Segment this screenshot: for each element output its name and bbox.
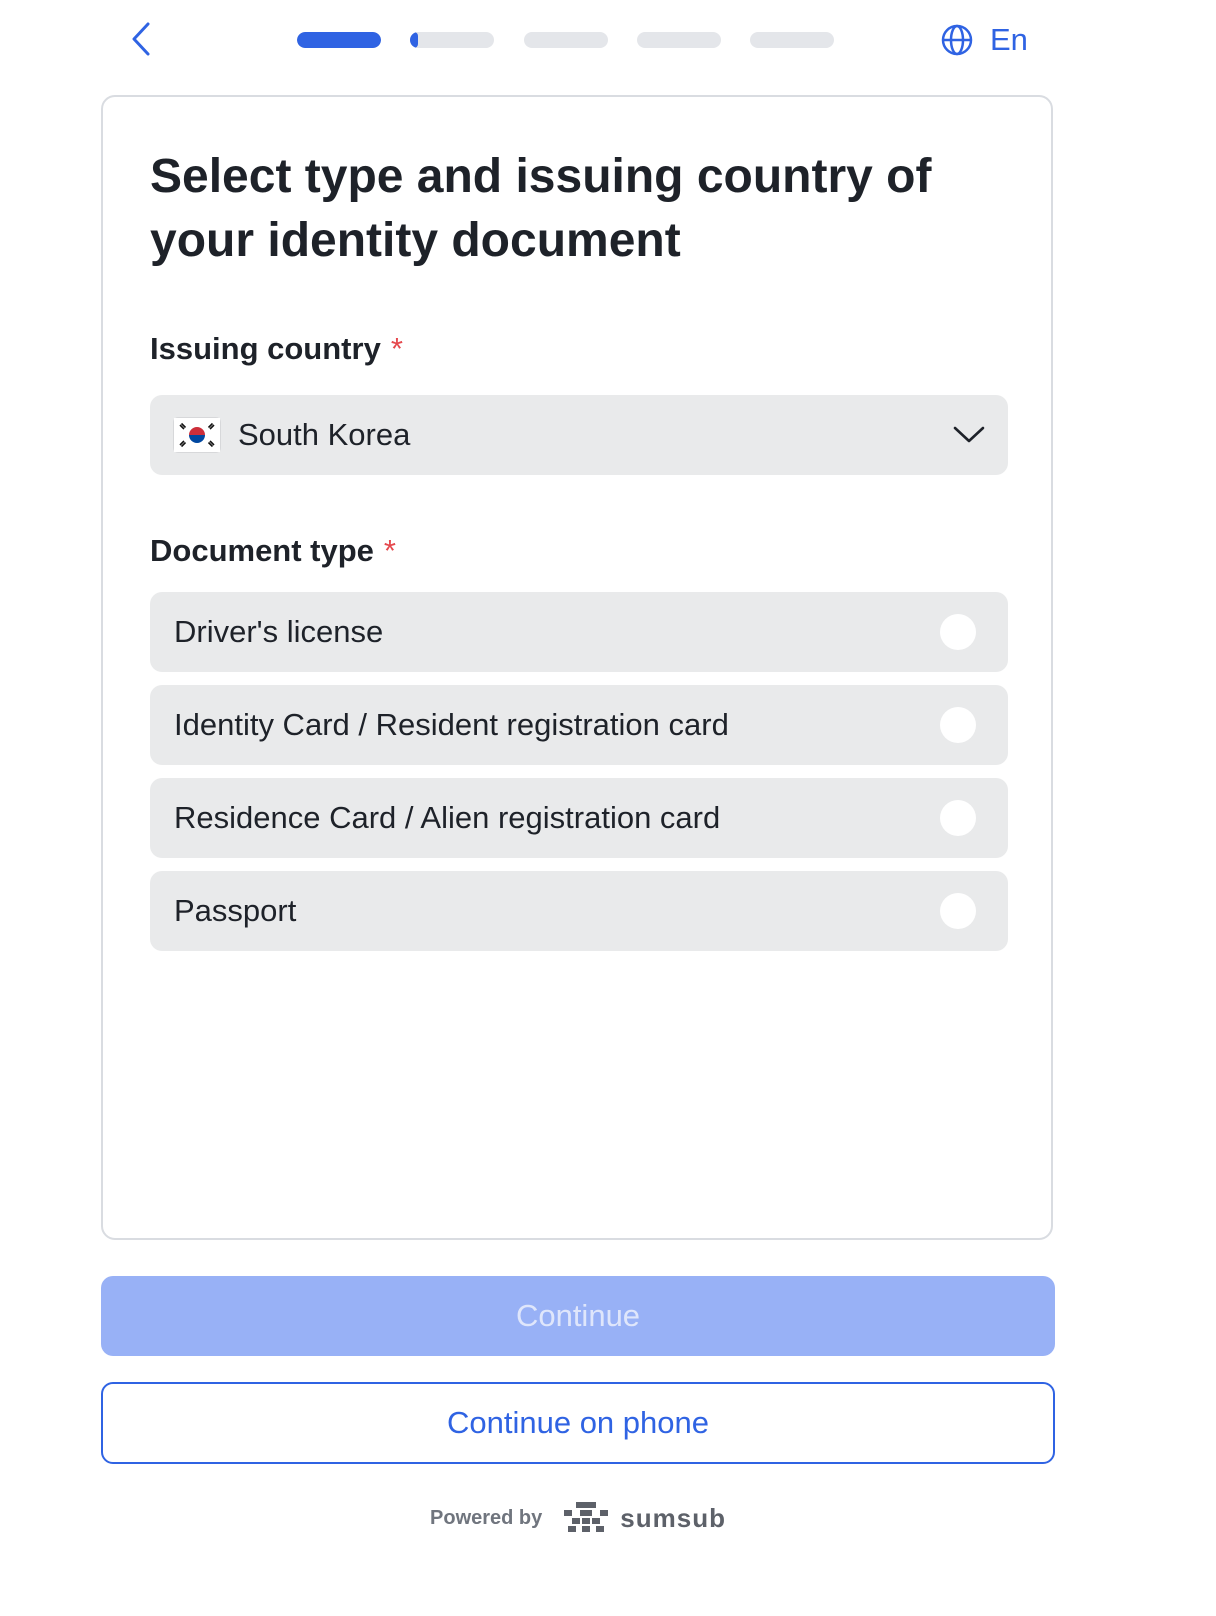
radio-button[interactable] [940, 893, 976, 929]
progress-step-4 [637, 32, 721, 48]
document-type-option-drivers-license[interactable]: Driver's license [150, 592, 1008, 672]
powered-by-footer: Powered by sumsub [0, 1498, 1156, 1538]
chevron-left-icon [132, 22, 150, 56]
document-selection-card: Select type and issuing country of your … [101, 95, 1053, 1240]
radio-button[interactable] [940, 614, 976, 650]
powered-by-label: Powered by [430, 1506, 543, 1529]
radio-button[interactable] [940, 800, 976, 836]
issuing-country-label: Issuing country * [150, 331, 403, 367]
progress-step-1 [297, 32, 381, 48]
document-type-option-identity-card[interactable]: Identity Card / Resident registration ca… [150, 685, 1008, 765]
document-type-option-label: Identity Card / Resident registration ca… [174, 707, 729, 742]
issuing-country-select[interactable]: South Korea [150, 395, 1008, 475]
document-type-option-label: Driver's license [174, 614, 384, 649]
sumsub-logo-icon [564, 1502, 609, 1532]
required-mark: * [390, 331, 403, 366]
document-type-label: Document type * [150, 533, 396, 569]
progress-step-fill [410, 32, 419, 48]
chevron-down-icon [953, 426, 985, 443]
back-button[interactable] [124, 18, 160, 62]
radio-button[interactable] [940, 707, 976, 743]
document-type-label-text: Document type [150, 533, 374, 568]
progress-step-3 [524, 32, 608, 48]
progress-step-5 [750, 32, 834, 48]
language-label: En [990, 22, 1028, 57]
top-bar: En [0, 0, 1216, 80]
globe-icon [941, 24, 973, 56]
progress-step-fill [297, 32, 381, 48]
document-type-option-residence-card[interactable]: Residence Card / Alien registration card [150, 778, 1008, 858]
page-title: Select type and issuing country of your … [150, 150, 932, 267]
document-type-option-label: Residence Card / Alien registration card [174, 800, 721, 835]
required-mark: * [383, 533, 396, 568]
continue-button[interactable]: Continue [101, 1276, 1055, 1356]
issuing-country-value: South Korea [238, 417, 411, 452]
progress-step-2 [410, 32, 494, 48]
language-selector[interactable]: En [940, 18, 1028, 62]
continue-on-phone-button[interactable]: Continue on phone [101, 1382, 1055, 1464]
document-type-option-passport[interactable]: Passport [150, 871, 1008, 951]
south-korea-flag-icon [174, 418, 220, 452]
issuing-country-label-text: Issuing country [150, 331, 381, 366]
document-type-option-label: Passport [174, 893, 297, 928]
sumsub-brand-label: sumsub [620, 1502, 726, 1533]
